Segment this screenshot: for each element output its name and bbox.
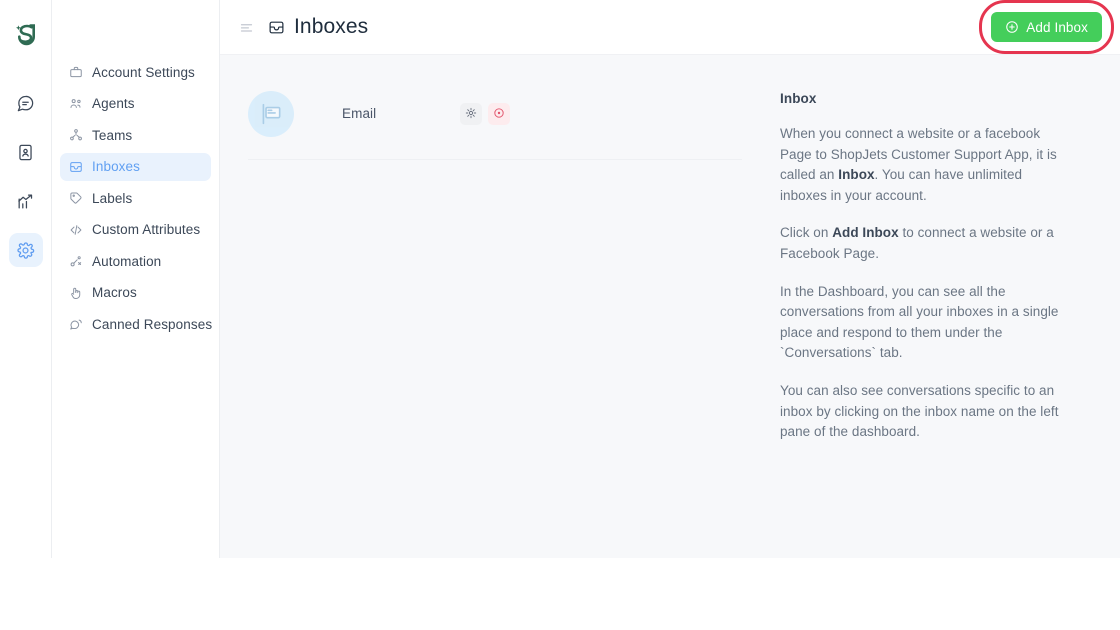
sidebar-item-custom-attributes[interactable]: Custom Attributes [60, 216, 211, 244]
sidebar-item-canned-responses[interactable]: Canned Responses [60, 310, 213, 338]
inbox-icon [68, 159, 83, 174]
main-column: Inboxes Add Inbox Email Inbox When you c… [220, 0, 1120, 558]
settings-sidebar: Account Settings Agents Teams Inboxes La… [52, 0, 220, 558]
help-panel-body: When you connect a website or a facebook… [780, 124, 1060, 443]
app-window: Account Settings Agents Teams Inboxes La… [0, 0, 1120, 558]
rail-item-reports[interactable] [9, 184, 43, 218]
plus-circle-icon [1005, 20, 1019, 34]
inbox-list: Email [220, 55, 770, 558]
page-header: Inboxes Add Inbox [220, 0, 1120, 55]
macros-icon [68, 285, 83, 300]
sidebar-item-label: Automation [92, 253, 162, 269]
primary-icon-rail [0, 0, 52, 558]
teams-icon [68, 128, 83, 143]
sidebar-item-agents[interactable]: Agents [60, 90, 211, 118]
sidebar-item-teams[interactable]: Teams [60, 121, 211, 149]
inbox-meta: Email [328, 105, 460, 123]
canned-responses-icon [68, 317, 83, 332]
page-title: Inboxes [294, 15, 369, 38]
chat-bubble-icon [16, 94, 35, 113]
rail-item-settings[interactable] [8, 233, 43, 267]
label-tag-icon [68, 191, 83, 206]
add-inbox-label: Add Inbox [1026, 19, 1088, 35]
help-text: Click on [780, 225, 833, 241]
rail-item-conversations[interactable] [9, 86, 43, 120]
sidebar-item-label: Canned Responses [92, 316, 213, 332]
sidebar-item-label: Labels [92, 190, 133, 206]
agents-icon [68, 96, 83, 111]
sidebar-item-label: Macros [92, 285, 137, 300]
add-inbox-wrapper: Add Inbox [979, 0, 1114, 54]
inbox-channel-label: Email [342, 106, 377, 121]
code-brackets-icon [68, 222, 83, 237]
gear-icon [16, 241, 35, 260]
inbox-delete-button[interactable] [488, 103, 510, 125]
table-row[interactable]: Email [248, 81, 742, 160]
analytics-chart-icon [16, 192, 35, 211]
rail-item-contacts[interactable] [9, 135, 43, 169]
sidebar-item-automation[interactable]: Automation [60, 247, 211, 275]
help-paragraph: In the Dashboard, you can see all the co… [780, 282, 1060, 364]
add-inbox-button[interactable]: Add Inbox [991, 12, 1102, 42]
row-actions [460, 103, 510, 125]
contact-book-icon [16, 143, 35, 162]
automation-icon [68, 254, 83, 269]
sidebar-item-label: Account Settings [92, 64, 195, 80]
page-content: Email Inbox When you connect a website o… [220, 55, 1120, 558]
inbox-settings-button[interactable] [460, 103, 482, 125]
sidebar-item-label: Inboxes [92, 159, 140, 174]
help-emphasis: Inbox [838, 167, 875, 183]
hamburger-icon[interactable] [237, 18, 255, 36]
help-paragraph: You can also see conversations specific … [780, 381, 1060, 443]
help-paragraph: When you connect a website or a facebook… [780, 124, 1060, 206]
sidebar-item-macros[interactable]: Macros [60, 279, 211, 307]
gear-icon [465, 107, 477, 122]
sidebar-item-account-settings[interactable]: Account Settings [60, 58, 211, 86]
help-panel-title: Inbox [780, 91, 817, 106]
sidebar-item-inboxes[interactable]: Inboxes [60, 152, 211, 181]
help-text: In the Dashboard, you can see all the co… [780, 283, 1059, 361]
mailbox-icon [248, 91, 294, 137]
briefcase-icon [68, 65, 83, 80]
sidebar-item-labels[interactable]: Labels [60, 184, 211, 212]
inbox-icon [267, 18, 285, 36]
sidebar-item-label: Agents [92, 96, 135, 111]
sidebar-item-label: Custom Attributes [92, 222, 201, 237]
sidebar-item-label: Teams [92, 127, 133, 143]
shopjets-logo[interactable] [9, 18, 43, 52]
help-paragraph: Click on Add Inbox to connect a website … [780, 223, 1060, 264]
help-panel: Inbox When you connect a website or a fa… [770, 55, 1120, 558]
help-text: You can also see conversations specific … [780, 382, 1059, 440]
help-emphasis: Add Inbox [832, 225, 899, 241]
delete-circle-icon [493, 107, 505, 122]
